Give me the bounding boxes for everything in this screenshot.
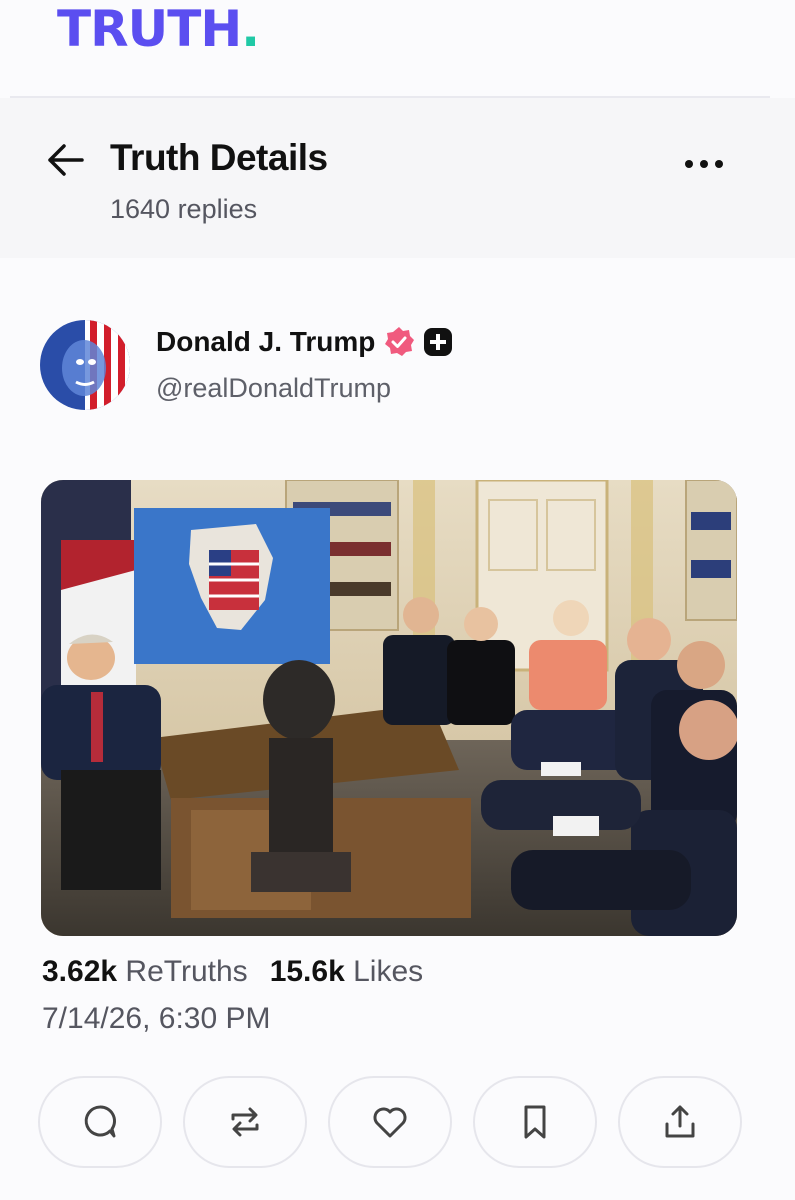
avatar[interactable] <box>40 320 130 410</box>
replies-count[interactable]: 1640 replies <box>110 194 257 225</box>
share-icon <box>665 1105 695 1138</box>
retruth-button[interactable] <box>183 1076 307 1168</box>
truth-details-page: TRUTH. Truth Details 1640 replies Donald… <box>0 0 795 1200</box>
ellipsis-icon <box>685 160 723 168</box>
author-name[interactable]: Donald J. Trump <box>156 326 453 358</box>
author-handle[interactable]: @realDonaldTrump <box>156 373 391 404</box>
arrow-left-icon <box>48 144 84 176</box>
post-image[interactable] <box>41 480 737 936</box>
retruth-icon <box>231 1107 259 1137</box>
like-button[interactable] <box>328 1076 452 1168</box>
photo-icon <box>41 480 737 936</box>
share-button[interactable] <box>618 1076 742 1168</box>
comment-icon <box>84 1105 116 1138</box>
author-name-text: Donald J. Trump <box>156 326 376 357</box>
retruths-count[interactable]: 3.62k <box>42 955 117 988</box>
retruths-label[interactable]: ReTruths <box>125 955 247 988</box>
avatar-image <box>40 320 130 410</box>
like-icon <box>373 1107 407 1138</box>
post-actions <box>38 1076 743 1168</box>
likes-count[interactable]: 15.6k <box>270 955 345 988</box>
bookmark-button[interactable] <box>473 1076 597 1168</box>
post-stats: 3.62k ReTruths 15.6k Likes <box>42 955 423 989</box>
post-timestamp: 7/14/26, 6:30 PM <box>42 1002 271 1035</box>
verified-badge-icon <box>385 327 415 356</box>
brand-dot: . <box>241 0 260 58</box>
back-button[interactable] <box>44 140 88 180</box>
bookmark-icon <box>524 1105 546 1139</box>
more-options-button[interactable] <box>680 150 728 178</box>
truth-logo[interactable]: TRUTH. <box>57 0 260 58</box>
likes-label[interactable]: Likes <box>353 955 423 988</box>
brand-text: TRUTH <box>57 0 242 58</box>
truth-plus-icon <box>424 328 453 356</box>
reply-button[interactable] <box>38 1076 162 1168</box>
page-title: Truth Details <box>110 137 328 178</box>
